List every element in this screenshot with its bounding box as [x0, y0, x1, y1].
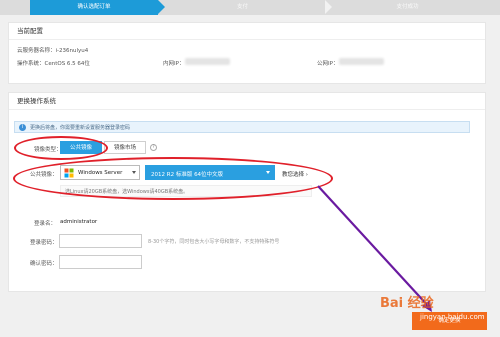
login-name-label: 登录名：: [34, 221, 57, 227]
annotation-oval-image-type: [14, 136, 108, 160]
public-ip-redacted: [339, 58, 384, 65]
password-input[interactable]: [59, 234, 142, 248]
reset-password-notice: i 更换后将盘，你需要重新设置服务器登录密码: [14, 121, 470, 133]
order-steps: 确认选配订单 支付 支付成功: [0, 0, 500, 15]
help-icon[interactable]: ?: [150, 144, 157, 151]
current-config-panel: 当前配置 云服务器名称：i-236nulyu4 操作系统：CentOS 6.5 …: [8, 22, 486, 84]
step-pay-success: 支付成功: [396, 4, 419, 10]
confirm-password-label: 确认密码：: [30, 261, 58, 267]
change-os-title: 更换操作系统: [9, 93, 485, 110]
login-name-value: administrator: [60, 219, 98, 225]
private-ip-label: 内网IP：: [163, 61, 185, 67]
password-hint: 8-30个字符，同时包含大小写字母和数字，不支持特殊符号: [148, 239, 280, 245]
notice-text: 更换后将盘，你需要重新设置服务器登录密码: [30, 125, 131, 131]
os-info: 操作系统：CentOS 6.5 64位: [17, 61, 90, 67]
annotation-oval-public-image: [13, 157, 333, 200]
step-pay: 支付: [236, 4, 248, 10]
baidu-watermark: Bai 经验: [380, 296, 434, 311]
info-icon: i: [19, 124, 26, 131]
tab-image-market[interactable]: 镜像市场: [104, 141, 146, 154]
current-config-title: 当前配置: [9, 23, 485, 40]
baidu-watermark-url: jingyan.baidu.com: [420, 313, 485, 321]
step-confirm-order: 确认选配订单: [30, 0, 165, 15]
server-name: 云服务器名称：i-236nulyu4: [17, 48, 89, 54]
public-ip-label: 公网IP：: [317, 61, 339, 67]
private-ip-redacted: [185, 58, 230, 65]
confirm-password-input[interactable]: [59, 255, 142, 269]
password-label: 登录密码：: [30, 240, 58, 246]
